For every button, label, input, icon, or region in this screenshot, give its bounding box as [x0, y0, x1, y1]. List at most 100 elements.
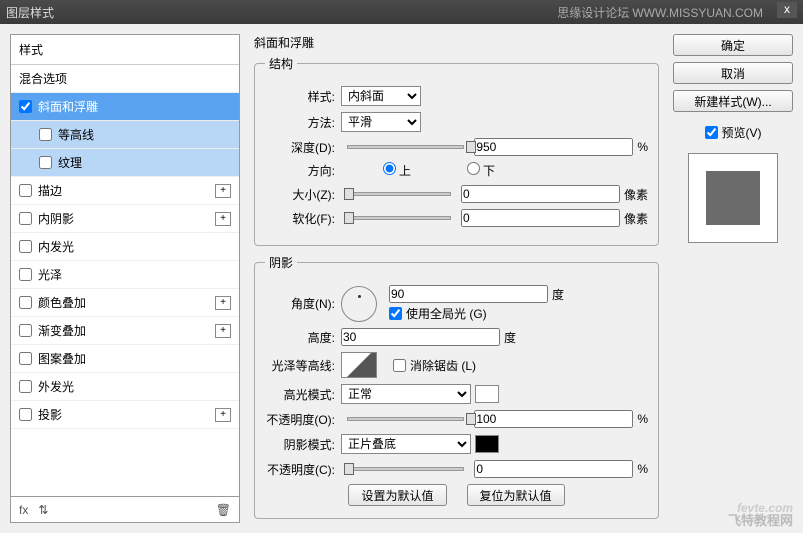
method-select[interactable]: 平滑: [341, 112, 421, 132]
drop-shadow-row[interactable]: 投影 +: [11, 401, 239, 429]
cancel-button[interactable]: 取消: [673, 62, 793, 84]
styles-list-panel: 样式 混合选项 斜面和浮雕 等高线 纹理 描边 +: [10, 34, 240, 523]
gradient-overlay-checkbox[interactable]: [19, 324, 32, 337]
contour-label: 等高线: [58, 126, 94, 143]
panel-title: 斜面和浮雕: [254, 34, 659, 51]
contour-row[interactable]: 等高线: [11, 121, 239, 149]
highlight-color-swatch[interactable]: [475, 385, 499, 403]
inner-glow-checkbox[interactable]: [19, 240, 32, 253]
color-overlay-row[interactable]: 颜色叠加 +: [11, 289, 239, 317]
gloss-contour-label: 光泽等高线:: [265, 357, 335, 374]
antialias-checkbox[interactable]: [393, 359, 406, 372]
direction-up[interactable]: 上: [341, 162, 411, 179]
contour-checkbox[interactable]: [39, 128, 52, 141]
size-input[interactable]: [461, 185, 620, 203]
up-radio[interactable]: [383, 162, 396, 175]
shadow-color-swatch[interactable]: [475, 435, 499, 453]
texture-row[interactable]: 纹理: [11, 149, 239, 177]
add-drop-shadow-icon[interactable]: +: [215, 408, 231, 422]
soften-input[interactable]: [461, 209, 620, 227]
settings-panel: 斜面和浮雕 结构 样式: 内斜面 方法: 平滑 深度(D): %: [250, 34, 663, 523]
highlight-opacity-slider[interactable]: [347, 417, 464, 421]
satin-checkbox[interactable]: [19, 268, 32, 281]
pct-unit-2: %: [637, 412, 648, 426]
satin-label: 光泽: [38, 266, 62, 283]
title-bar: 图层样式 思缘设计论坛 WWW.MISSYUAN.COM x: [0, 0, 803, 24]
window-title: 图层样式: [6, 4, 54, 21]
styles-header[interactable]: 样式: [11, 35, 239, 65]
add-stroke-icon[interactable]: +: [215, 184, 231, 198]
highlight-opacity-input[interactable]: [474, 410, 633, 428]
highlight-mode-select[interactable]: 正常: [341, 384, 471, 404]
soften-label: 软化(F):: [265, 210, 335, 227]
reset-default-button[interactable]: 复位为默认值: [467, 484, 565, 506]
gradient-overlay-row[interactable]: 渐变叠加 +: [11, 317, 239, 345]
close-button[interactable]: x: [777, 2, 797, 18]
add-inner-shadow-icon[interactable]: +: [215, 212, 231, 226]
drop-shadow-label: 投影: [38, 406, 62, 423]
fx-menu-icon[interactable]: fx: [19, 503, 28, 517]
method-label: 方法:: [265, 114, 335, 131]
depth-input[interactable]: [474, 138, 633, 156]
gradient-overlay-label: 渐变叠加: [38, 322, 86, 339]
size-slider[interactable]: [347, 192, 451, 196]
global-light-label: 使用全局光 (G): [406, 305, 487, 322]
down-radio[interactable]: [467, 162, 480, 175]
px-unit-2: 像素: [624, 210, 648, 227]
style-select[interactable]: 内斜面: [341, 86, 421, 106]
pattern-overlay-checkbox[interactable]: [19, 352, 32, 365]
altitude-input[interactable]: [341, 328, 500, 346]
trash-icon[interactable]: 🗑: [216, 503, 231, 517]
inner-shadow-row[interactable]: 内阴影 +: [11, 205, 239, 233]
arrows-icon[interactable]: ⇅: [38, 503, 48, 517]
deg-unit-2: 度: [504, 329, 516, 346]
antialias-label: 消除锯齿 (L): [410, 357, 476, 374]
depth-slider[interactable]: [347, 145, 464, 149]
shadow-mode-label: 阴影模式:: [265, 436, 335, 453]
shadow-mode-select[interactable]: 正片叠底: [341, 434, 471, 454]
preview-checkbox[interactable]: [705, 126, 718, 139]
style-label: 样式:: [265, 88, 335, 105]
texture-checkbox[interactable]: [39, 156, 52, 169]
depth-label: 深度(D):: [265, 139, 335, 156]
bevel-emboss-row[interactable]: 斜面和浮雕: [11, 93, 239, 121]
inner-shadow-checkbox[interactable]: [19, 212, 32, 225]
highlight-mode-label: 高光模式:: [265, 386, 335, 403]
outer-glow-label: 外发光: [38, 378, 74, 395]
make-default-button[interactable]: 设置为默认值: [348, 484, 446, 506]
ok-button[interactable]: 确定: [673, 34, 793, 56]
angle-dial[interactable]: [341, 286, 377, 322]
add-color-overlay-icon[interactable]: +: [215, 296, 231, 310]
satin-row[interactable]: 光泽: [11, 261, 239, 289]
stroke-checkbox[interactable]: [19, 184, 32, 197]
structure-legend: 结构: [265, 55, 297, 72]
deg-unit: 度: [552, 286, 564, 303]
blending-options-row[interactable]: 混合选项: [11, 65, 239, 93]
stroke-row[interactable]: 描边 +: [11, 177, 239, 205]
inner-glow-label: 内发光: [38, 238, 74, 255]
add-gradient-overlay-icon[interactable]: +: [215, 324, 231, 338]
inner-shadow-label: 内阴影: [38, 210, 74, 227]
bevel-checkbox[interactable]: [19, 100, 32, 113]
shading-legend: 阴影: [265, 254, 297, 271]
action-panel: 确定 取消 新建样式(W)... 预览(V): [673, 34, 793, 523]
angle-input[interactable]: [389, 285, 548, 303]
stroke-label: 描边: [38, 182, 62, 199]
shadow-opacity-input[interactable]: [474, 460, 633, 478]
color-overlay-label: 颜色叠加: [38, 294, 86, 311]
new-style-button[interactable]: 新建样式(W)...: [673, 90, 793, 112]
color-overlay-checkbox[interactable]: [19, 296, 32, 309]
inner-glow-row[interactable]: 内发光: [11, 233, 239, 261]
pattern-overlay-row[interactable]: 图案叠加: [11, 345, 239, 373]
drop-shadow-checkbox[interactable]: [19, 408, 32, 421]
gloss-contour-picker[interactable]: [341, 352, 377, 378]
preview-swatch: [706, 171, 760, 225]
global-light-checkbox[interactable]: [389, 307, 402, 320]
outer-glow-row[interactable]: 外发光: [11, 373, 239, 401]
outer-glow-checkbox[interactable]: [19, 380, 32, 393]
texture-label: 纹理: [58, 154, 82, 171]
soften-slider[interactable]: [347, 216, 451, 220]
angle-label: 角度(N):: [265, 295, 335, 312]
shadow-opacity-slider[interactable]: [347, 467, 464, 471]
direction-down[interactable]: 下: [425, 162, 495, 179]
